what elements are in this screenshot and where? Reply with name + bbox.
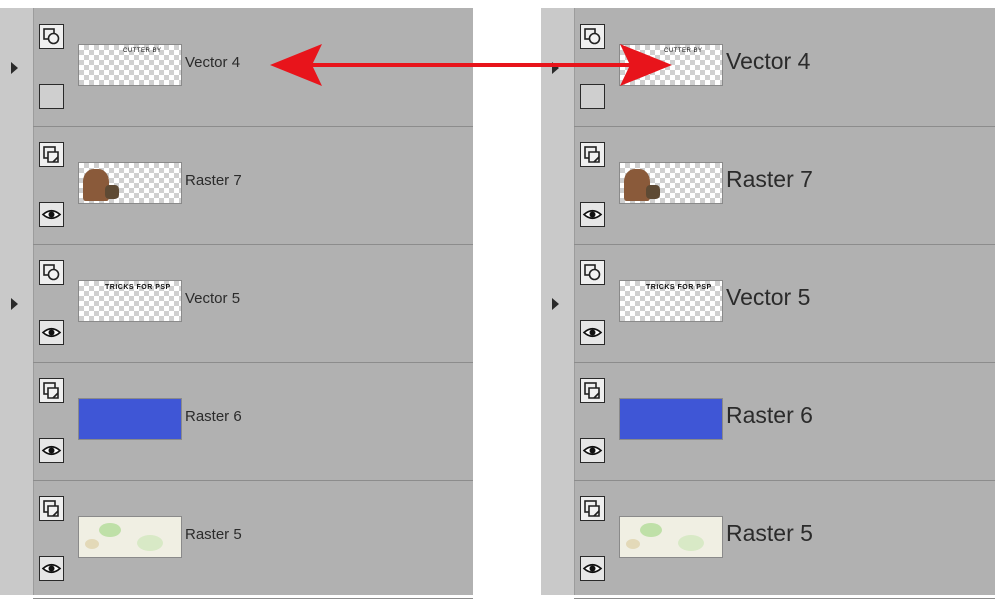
layer-row-vector-5[interactable]: TRICKS FOR PSP Vector 5	[552, 244, 995, 363]
eye-icon[interactable]	[580, 556, 605, 581]
layer-name[interactable]: Raster 6	[185, 408, 242, 425]
eye-icon[interactable]	[580, 202, 605, 227]
figure-image	[105, 185, 119, 199]
layer-thumbnail	[619, 516, 723, 558]
layer-row-raster-5[interactable]: Raster 5	[574, 480, 995, 599]
vector-layer-icon[interactable]	[580, 24, 605, 49]
layer-name[interactable]: Vector 4	[726, 48, 810, 75]
layer-name[interactable]: Raster 7	[185, 172, 242, 189]
layer-name[interactable]: Vector 4	[185, 54, 240, 71]
expand-group-icon[interactable]	[11, 298, 18, 310]
thumbnail-text: CUTTER BY	[123, 48, 162, 54]
thumbnail-text: TRICKS FOR PSP	[646, 284, 712, 291]
layer-thumbnail	[78, 398, 182, 440]
expand-group-icon[interactable]	[552, 298, 559, 310]
vector-layer-icon[interactable]	[39, 260, 64, 285]
eye-icon[interactable]	[580, 438, 605, 463]
map-image	[678, 535, 704, 551]
figure-image	[646, 185, 660, 199]
map-image	[626, 539, 640, 549]
expand-group-icon[interactable]	[552, 62, 559, 74]
layer-name[interactable]: Raster 5	[726, 520, 813, 547]
layer-name[interactable]: Raster 5	[185, 526, 242, 543]
raster-layer-icon[interactable]	[580, 142, 605, 167]
layers-panel-small-font: CUTTER BY Vector 4 Raster 7 TRICKS FOR P…	[0, 8, 473, 599]
layer-thumbnail: TRICKS FOR PSP	[78, 280, 182, 322]
raster-layer-icon[interactable]	[39, 378, 64, 403]
eye-icon[interactable]	[39, 202, 64, 227]
layer-row-raster-5[interactable]: Raster 5	[33, 480, 473, 599]
eye-icon[interactable]	[580, 320, 605, 345]
layer-thumbnail	[78, 516, 182, 558]
layer-row-vector-5[interactable]: TRICKS FOR PSP Vector 5	[11, 244, 473, 363]
eye-icon[interactable]	[39, 556, 64, 581]
layer-row-raster-7[interactable]: Raster 7	[574, 126, 995, 245]
eye-icon[interactable]	[39, 438, 64, 463]
thumbnail-text: TRICKS FOR PSP	[105, 284, 171, 291]
map-image	[85, 539, 99, 549]
layer-thumbnail: CUTTER BY	[78, 44, 182, 86]
visibility-off-icon[interactable]	[580, 84, 605, 109]
map-image	[137, 535, 163, 551]
visibility-off-icon[interactable]	[39, 84, 64, 109]
map-image	[640, 523, 662, 537]
layer-row-raster-6[interactable]: Raster 6	[33, 362, 473, 481]
map-image	[99, 523, 121, 537]
raster-layer-icon[interactable]	[39, 142, 64, 167]
layer-thumbnail: TRICKS FOR PSP	[619, 280, 723, 322]
layer-thumbnail	[78, 162, 182, 204]
raster-layer-icon[interactable]	[580, 378, 605, 403]
vector-layer-icon[interactable]	[39, 24, 64, 49]
thumbnail-text: CUTTER BY	[664, 48, 703, 54]
eye-icon[interactable]	[39, 320, 64, 345]
vector-layer-icon[interactable]	[580, 260, 605, 285]
layer-row-vector-4[interactable]: CUTTER BY Vector 4	[11, 8, 473, 127]
raster-layer-icon[interactable]	[580, 496, 605, 521]
layer-name[interactable]: Raster 7	[726, 166, 813, 193]
layer-name[interactable]: Vector 5	[726, 284, 810, 311]
layers-panel-large-font: CUTTER BY Vector 4 Raster 7 TRICKS FOR P…	[541, 8, 995, 599]
layer-row-vector-4[interactable]: CUTTER BY Vector 4	[552, 8, 995, 127]
layer-row-raster-6[interactable]: Raster 6	[574, 362, 995, 481]
layer-row-raster-7[interactable]: Raster 7	[33, 126, 473, 245]
layer-name[interactable]: Vector 5	[185, 290, 240, 307]
layer-thumbnail: CUTTER BY	[619, 44, 723, 86]
raster-layer-icon[interactable]	[39, 496, 64, 521]
expand-group-icon[interactable]	[11, 62, 18, 74]
layer-thumbnail	[619, 162, 723, 204]
layer-name[interactable]: Raster 6	[726, 402, 813, 429]
layer-thumbnail	[619, 398, 723, 440]
